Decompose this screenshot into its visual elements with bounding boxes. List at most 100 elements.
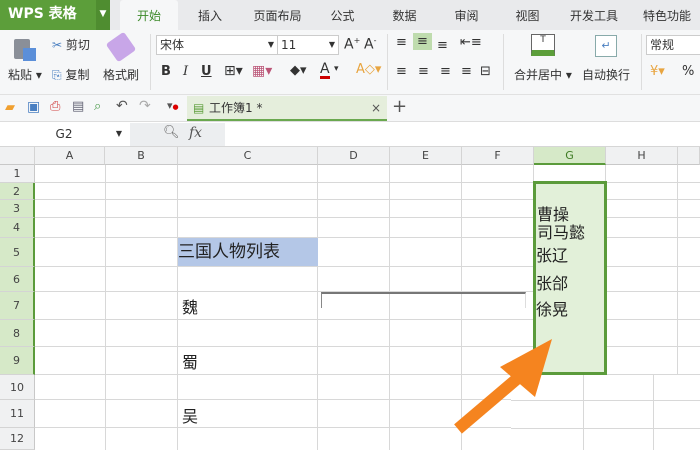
cell-g6[interactable]: 张郃 [536, 270, 568, 294]
spreadsheet-grid[interactable]: A B C D E F G H 1 2 3 4 5 6 7 8 9 10 11 … [0, 147, 700, 450]
paste-icon[interactable] [12, 36, 38, 64]
clear-format-icon[interactable]: A◇▾ [356, 62, 381, 77]
underline-button[interactable]: U [201, 64, 212, 79]
justify-icon[interactable]: ≡ [461, 64, 472, 79]
column-header[interactable]: B [105, 147, 178, 165]
column-header[interactable]: F [462, 147, 534, 165]
column-header[interactable]: H [606, 147, 678, 165]
cell-style-icon[interactable]: ▦▾ [252, 63, 272, 79]
decrease-font-icon[interactable]: A- [364, 36, 376, 53]
fx-button[interactable]: fx [189, 125, 202, 141]
customize-toolbar-icon[interactable]: ▾● [167, 99, 179, 112]
currency-icon[interactable]: ¥▾ [650, 64, 665, 79]
divider [503, 34, 504, 90]
tab-home[interactable]: 开始 [120, 0, 178, 30]
column-header[interactable]: E [390, 147, 462, 165]
italic-button[interactable]: I [183, 64, 188, 79]
close-tab-icon[interactable]: × [371, 96, 381, 120]
cut-button[interactable]: ✂ 剪切 [52, 36, 90, 53]
cell-g7[interactable]: 徐晃 [536, 296, 568, 320]
font-name-select[interactable]: 宋体 ▼ [156, 35, 278, 55]
fill-color-icon[interactable]: ◆▾ [290, 63, 307, 78]
cell-c11[interactable]: 吴 [182, 403, 198, 427]
row-header[interactable]: 8 [0, 320, 35, 347]
open-folder-icon[interactable]: ▰ [5, 100, 15, 115]
row-header[interactable]: 7 [0, 292, 35, 320]
select-all-corner[interactable] [0, 147, 35, 165]
tab-page-layout[interactable]: 页面布局 [245, 0, 310, 30]
align-center-icon[interactable]: ≡ [418, 64, 429, 79]
borders-icon[interactable]: ⊞▾ [224, 63, 243, 79]
redo-icon[interactable]: ↷ [139, 98, 151, 114]
cell-g4[interactable]: 司马懿 [537, 219, 585, 243]
undo-icon[interactable]: ↶ [116, 98, 128, 114]
row-header[interactable]: 11 [0, 400, 35, 428]
row-header[interactable]: 12 [0, 428, 35, 450]
chevron-down-icon[interactable]: ▾ [334, 64, 339, 74]
merge-center-icon[interactable]: T [531, 34, 555, 56]
tab-view[interactable]: 视图 [505, 0, 550, 30]
font-size-select[interactable]: 11 ▼ [277, 35, 339, 55]
scissors-icon: ✂ [52, 38, 63, 52]
row-header[interactable]: 4 [0, 218, 35, 238]
menu-tab-bar: WPS 表格 ▼ 开始 插入 页面布局 公式 数据 审阅 视图 开发工具 特色功能 [0, 0, 700, 30]
increase-font-icon[interactable]: A+ [344, 36, 360, 53]
align-right-icon[interactable]: ≡ [440, 64, 451, 79]
app-menu-button[interactable]: WPS 表格 ▼ [0, 0, 110, 30]
row-header[interactable]: 3 [0, 200, 35, 218]
tab-insert[interactable]: 插入 [185, 0, 235, 30]
divider [387, 34, 388, 90]
column-header[interactable]: D [318, 147, 390, 165]
cell-c9[interactable]: 蜀 [182, 349, 198, 373]
align-top-icon[interactable]: ≡ [396, 35, 407, 50]
divider [150, 34, 151, 90]
print-icon[interactable]: ▤ [72, 99, 84, 114]
wrap-text-icon[interactable]: ↵ [595, 35, 617, 57]
name-box[interactable]: G2 ▼ [0, 124, 128, 144]
font-color-icon[interactable]: A [320, 62, 330, 79]
chevron-down-icon[interactable]: ▼ [96, 0, 110, 30]
column-header[interactable]: C [178, 147, 318, 165]
number-format-select[interactable]: 常规 [646, 35, 700, 55]
tab-special[interactable]: 特色功能 [636, 0, 698, 30]
column-header[interactable]: G [534, 147, 606, 165]
formula-input[interactable] [225, 124, 700, 145]
save-icon[interactable]: ▣ [27, 99, 40, 115]
paste-button[interactable]: 粘贴 ▾ [8, 66, 42, 83]
tab-formulas[interactable]: 公式 [320, 0, 365, 30]
zoom-lookup-icon[interactable]: 🔍︎ [163, 125, 180, 140]
export-pdf-icon[interactable]: ⎙ [50, 99, 60, 114]
row-header[interactable]: 9 [0, 347, 35, 375]
row-header[interactable]: 6 [0, 267, 35, 292]
copy-button[interactable]: ⎘ 复制 [52, 66, 89, 83]
distributed-icon[interactable]: ⊟ [480, 64, 491, 79]
align-left-icon[interactable]: ≡ [396, 64, 407, 79]
row-header[interactable]: 2 [0, 183, 35, 200]
tab-data[interactable]: 数据 [382, 0, 427, 30]
spreadsheet-icon: ▤ [193, 101, 205, 115]
column-header[interactable]: A [35, 147, 105, 165]
align-bottom-icon[interactable]: ≡ [437, 38, 448, 53]
tab-review[interactable]: 审阅 [444, 0, 489, 30]
column-header[interactable] [678, 147, 700, 165]
decrease-indent-icon[interactable]: ⇤≡ [460, 35, 482, 50]
row-header[interactable]: 1 [0, 165, 35, 183]
bold-button[interactable]: B [161, 64, 171, 79]
cell-c7[interactable]: 魏 [182, 294, 198, 318]
tab-developer[interactable]: 开发工具 [563, 0, 625, 30]
merge-center-button[interactable]: 合并居中 ▾ [514, 66, 572, 83]
document-title: 工作簿1 * [209, 101, 263, 115]
new-tab-button[interactable]: + [392, 96, 407, 117]
format-painter-icon[interactable] [105, 31, 137, 63]
percent-button[interactable]: % [682, 64, 694, 79]
cell-g5[interactable]: 张辽 [536, 242, 568, 266]
cell-c5[interactable]: 三国人物列表 [178, 238, 318, 266]
gridline [177, 165, 178, 450]
document-tab[interactable]: ▤ 工作簿1 * × [187, 96, 387, 121]
row-header[interactable]: 10 [0, 375, 35, 400]
align-middle-icon[interactable]: ≡ [413, 33, 432, 50]
wrap-text-button[interactable]: 自动换行 [582, 66, 630, 83]
format-painter-button[interactable]: 格式刷 [103, 66, 139, 83]
print-preview-icon[interactable]: ⌕ [94, 99, 101, 114]
row-header[interactable]: 5 [0, 238, 35, 267]
